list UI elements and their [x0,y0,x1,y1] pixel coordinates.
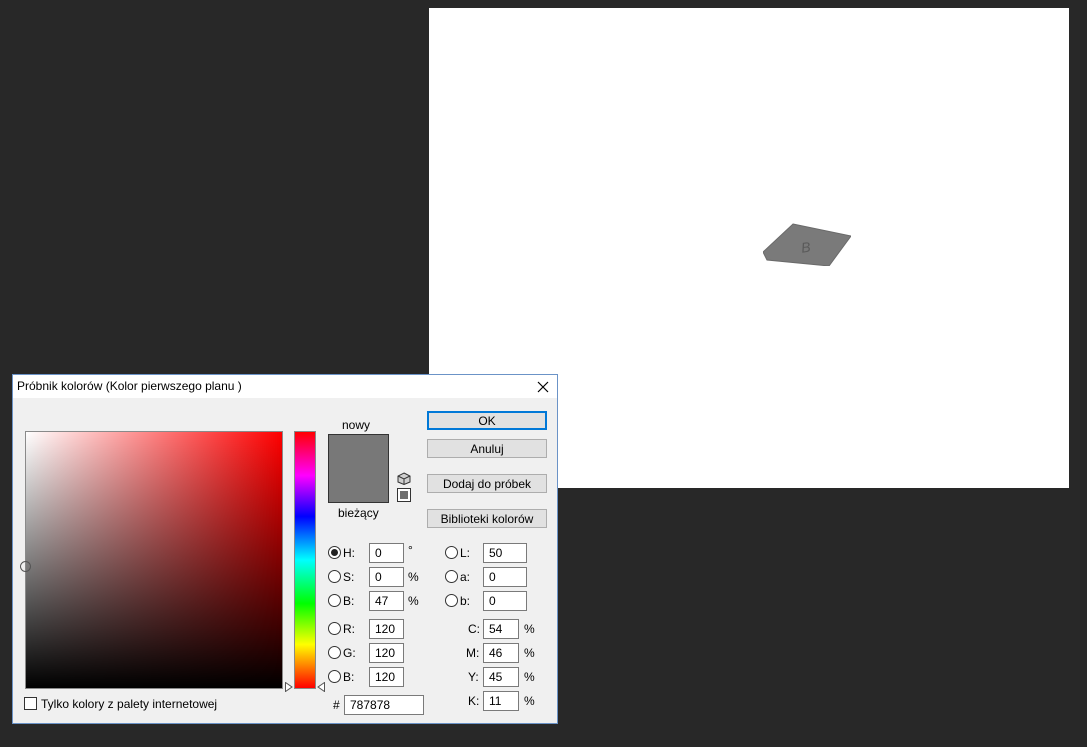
lab-l-label: L: [460,546,471,560]
radio-blue[interactable] [328,670,341,683]
new-color-label: nowy [342,418,371,432]
current-color-swatch[interactable] [328,468,389,503]
red-label: R: [343,622,355,636]
saturation-unit: % [408,570,419,584]
cancel-button[interactable]: Anuluj [427,439,547,458]
magenta-field[interactable]: 46 [483,643,519,663]
new-color-swatch [328,434,389,468]
brightness-unit: % [408,594,419,608]
magenta-label: M: [466,646,480,660]
hex-field[interactable]: 787878 [344,695,424,715]
web-colors-only-checkbox[interactable] [24,697,37,710]
green-label: G: [343,646,356,660]
saturation-field[interactable]: 0 [369,567,404,587]
radio-lab-b[interactable] [445,594,458,607]
hue-slider-left-arrow[interactable] [285,682,293,692]
hue-slider-right-arrow[interactable] [317,682,325,692]
black-label: K: [468,694,480,708]
color-marker[interactable] [20,561,31,572]
radio-green[interactable] [328,646,341,659]
web-colors-only-label: Tylko kolory z palety internetowej [41,697,218,711]
lab-a-field[interactable]: 0 [483,567,527,587]
close-button[interactable] [533,377,553,397]
brightness-label: B: [343,594,355,608]
dialog-title: Próbnik kolorów (Kolor pierwszego planu … [17,379,242,393]
lab-l-field[interactable]: 50 [483,543,527,563]
radio-lab-l[interactable] [445,546,458,559]
ok-button[interactable]: OK [427,411,547,430]
radio-brightness[interactable] [328,594,341,607]
yellow-label: Y: [468,670,479,684]
saturation-brightness-field[interactable] [20,431,283,689]
blue-label: B: [343,670,355,684]
black-field[interactable]: 11 [483,691,519,711]
lab-b-field[interactable]: 0 [483,591,527,611]
hue-label: H: [343,546,355,560]
web-safe-swatch-icon[interactable] [397,488,411,502]
color-picker-dialog: Próbnik kolorów (Kolor pierwszego planu … [12,374,558,724]
cyan-label: C: [468,622,480,636]
lab-a-label: a: [460,570,471,584]
hex-label: # [333,698,340,712]
radio-red[interactable] [328,622,341,635]
out-of-gamut-cube-icon[interactable] [397,472,411,485]
black-unit: % [524,694,535,708]
hue-slider-bar[interactable] [294,431,316,689]
brightness-field[interactable]: 47 [369,591,404,611]
current-color-label: bieżący [338,506,379,520]
blue-field[interactable]: 120 [369,667,404,687]
red-field[interactable]: 120 [369,619,404,639]
dialog-titlebar[interactable]: Próbnik kolorów (Kolor pierwszego planu … [13,375,557,398]
cyan-field[interactable]: 54 [483,619,519,639]
close-icon [537,381,549,393]
color-libraries-button[interactable]: Biblioteki kolorów [427,509,547,528]
green-field[interactable]: 120 [369,643,404,663]
lab-b-label: b: [460,594,471,608]
hue-unit: ° [408,543,413,557]
radio-lab-a[interactable] [445,570,458,583]
cyan-unit: % [524,622,535,636]
add-to-swatches-button[interactable]: Dodaj do próbek [427,474,547,493]
gray-card-shape: B [763,223,851,266]
radio-hue[interactable] [328,546,341,559]
hue-field[interactable]: 0 [369,543,404,563]
saturation-label: S: [343,570,355,584]
radio-saturation[interactable] [328,570,341,583]
yellow-field[interactable]: 45 [483,667,519,687]
yellow-unit: % [524,670,535,684]
magenta-unit: % [524,646,535,660]
